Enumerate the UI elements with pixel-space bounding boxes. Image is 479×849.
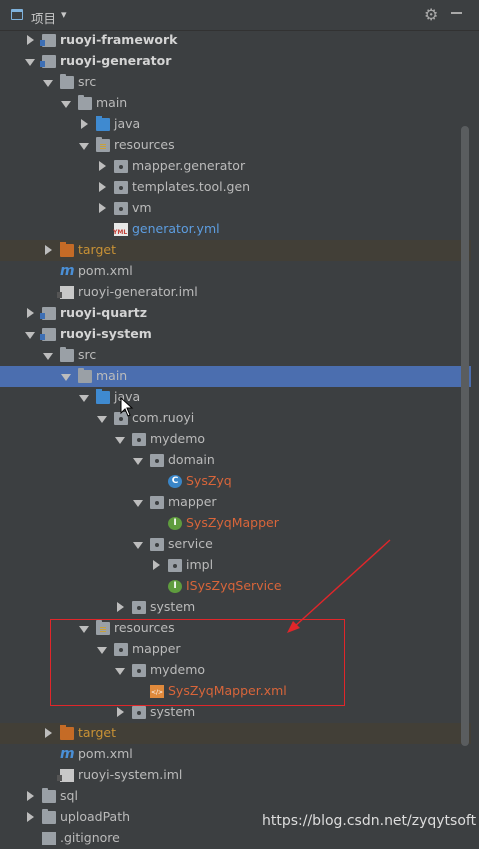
mouse-cursor-icon [120, 397, 134, 417]
watermark: https://blog.csdn.net/zyqytsoft [262, 813, 477, 829]
annotation-arrow-icon [287, 539, 391, 633]
